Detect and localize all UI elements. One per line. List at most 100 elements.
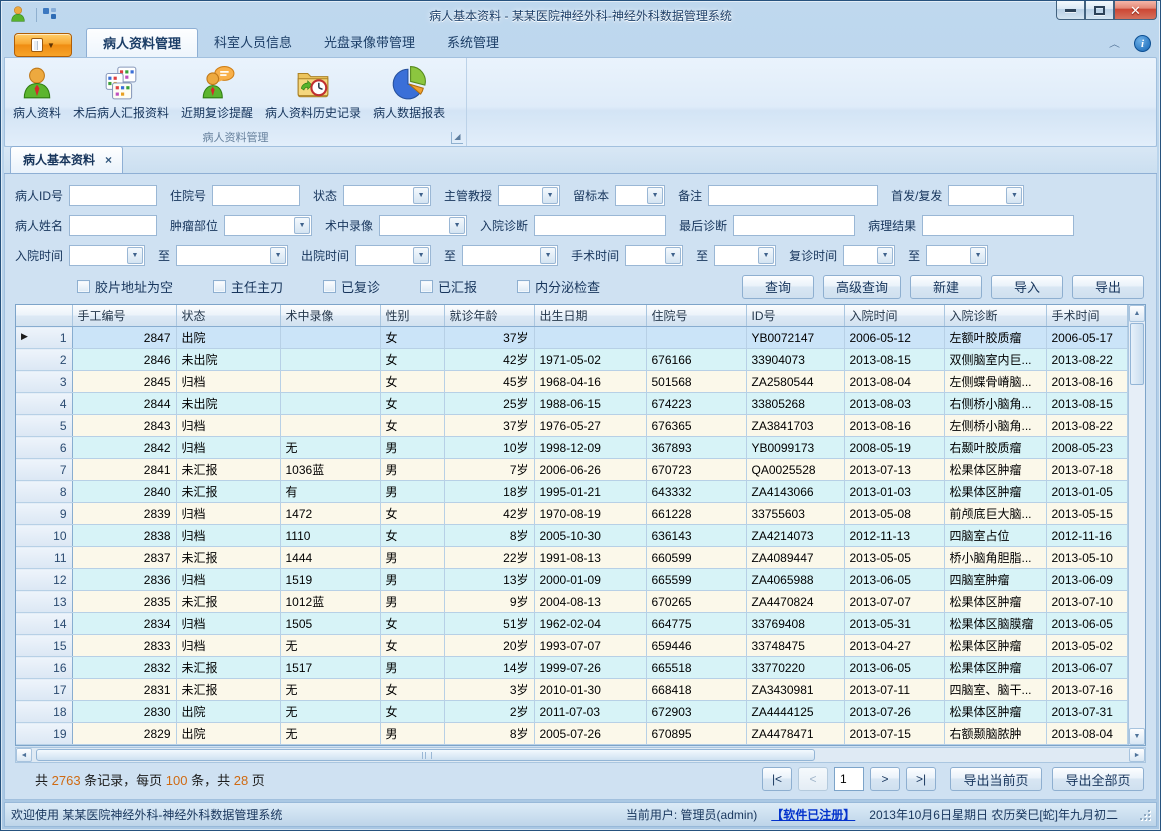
- table-row[interactable]: 22846未出院女42岁1971-05-02676166339040732013…: [16, 349, 1128, 371]
- application-menu-button[interactable]: ▼: [14, 33, 72, 57]
- tab-close-icon[interactable]: ×: [105, 153, 112, 167]
- close-button[interactable]: ✕: [1114, 1, 1157, 20]
- scroll-right-icon[interactable]: ►: [1129, 748, 1145, 762]
- table-row[interactable]: 92839归档1472女42岁1970-08-19661228337556032…: [16, 503, 1128, 525]
- horizontal-scroll-thumb[interactable]: [36, 749, 815, 761]
- checkbox-5[interactable]: 内分泌检查: [517, 277, 600, 296]
- admission-diagnosis-input[interactable]: [534, 215, 666, 236]
- column-header-5[interactable]: 就诊年龄: [444, 305, 534, 327]
- patient-name-input[interactable]: [69, 215, 157, 236]
- admission-date-from-combo[interactable]: ▼: [69, 245, 145, 266]
- revisit-date-from-combo[interactable]: ▼: [843, 245, 895, 266]
- export-button[interactable]: 导出: [1072, 275, 1144, 299]
- page-number-input[interactable]: 1: [834, 767, 864, 791]
- admission-no-input[interactable]: [212, 185, 300, 206]
- remarks-input[interactable]: [708, 185, 878, 206]
- checkbox-4[interactable]: 已汇报: [420, 277, 477, 296]
- column-header-3[interactable]: 术中录像: [280, 305, 380, 327]
- horizontal-scrollbar[interactable]: ◄ ►: [15, 747, 1146, 763]
- scroll-left-icon[interactable]: ◄: [16, 748, 32, 762]
- surgery-date-from-combo[interactable]: ▼: [625, 245, 683, 266]
- next-page-button[interactable]: >: [870, 767, 900, 791]
- chevron-down-icon[interactable]: ▼: [540, 247, 556, 264]
- table-row[interactable]: 1▶2847出院女37岁YB00721472006-05-12左额叶胶质瘤200…: [16, 327, 1128, 349]
- chevron-down-icon[interactable]: ▼: [294, 217, 310, 234]
- tumor-site-combo[interactable]: ▼: [224, 215, 312, 236]
- column-header-1[interactable]: 手工编号: [72, 305, 176, 327]
- specimen-kept-combo[interactable]: ▼: [615, 185, 665, 206]
- chevron-down-icon[interactable]: ▼: [877, 247, 893, 264]
- app-person-icon[interactable]: [9, 5, 27, 28]
- column-header-8[interactable]: ID号: [746, 305, 844, 327]
- table-row[interactable]: 42844未出院女25岁1988-06-15674223338052682013…: [16, 393, 1128, 415]
- table-row[interactable]: 82840未汇报有男18岁1995-01-21643332ZA414306620…: [16, 481, 1128, 503]
- table-row[interactable]: 62842归档无男10岁1998-12-09367893YB0099173200…: [16, 437, 1128, 459]
- vertical-scroll-thumb[interactable]: [1130, 323, 1144, 385]
- ribbon-button-revisit-reminder[interactable]: 近期复诊提醒: [175, 62, 259, 124]
- column-header-6[interactable]: 出生日期: [534, 305, 646, 327]
- checkbox-3[interactable]: 已复诊: [323, 277, 380, 296]
- minimize-button[interactable]: [1056, 1, 1085, 20]
- new-button[interactable]: 新建: [910, 275, 982, 299]
- final-diagnosis-input[interactable]: [733, 215, 855, 236]
- table-row[interactable]: 172831未汇报无女3岁2010-01-30668418ZA343098120…: [16, 679, 1128, 701]
- chevron-down-icon[interactable]: ▼: [758, 247, 774, 264]
- chevron-down-icon[interactable]: ▼: [449, 217, 465, 234]
- column-header-10[interactable]: 入院诊断: [944, 305, 1046, 327]
- pathology-result-input[interactable]: [922, 215, 1074, 236]
- table-row[interactable]: 72841未汇报1036蓝男7岁2006-06-26670723QA002552…: [16, 459, 1128, 481]
- tab-patient-basic-info[interactable]: 病人基本资料 ×: [10, 146, 123, 173]
- checkbox-2[interactable]: 主任主刀: [213, 277, 283, 296]
- resize-grip[interactable]: [1140, 810, 1150, 820]
- discharge-date-from-combo[interactable]: ▼: [355, 245, 431, 266]
- column-header-4[interactable]: 性别: [380, 305, 444, 327]
- ribbon-tab-2[interactable]: 科室人员信息: [198, 28, 308, 57]
- table-row[interactable]: 112837未汇报1444男22岁1991-08-13660599ZA40894…: [16, 547, 1128, 569]
- checkbox-box[interactable]: [323, 280, 336, 293]
- first-page-button[interactable]: |<: [762, 767, 792, 791]
- checkbox-box[interactable]: [77, 280, 90, 293]
- layout-squares-icon[interactable]: [42, 5, 58, 26]
- column-header-9[interactable]: 入院时间: [844, 305, 944, 327]
- advanced-query-button[interactable]: 高级查询: [823, 275, 901, 299]
- first-or-relapse-combo[interactable]: ▼: [948, 185, 1024, 206]
- table-row[interactable]: 192829出院无男8岁2005-07-26670895ZA4478471201…: [16, 723, 1128, 745]
- collapse-ribbon-icon[interactable]: ︿: [1109, 37, 1120, 50]
- checkbox-box[interactable]: [420, 280, 433, 293]
- chevron-down-icon[interactable]: ▼: [270, 247, 286, 264]
- table-row[interactable]: 122836归档1519男13岁2000-01-09665599ZA406598…: [16, 569, 1128, 591]
- column-header-indicator[interactable]: [16, 305, 72, 327]
- chevron-down-icon[interactable]: ▼: [413, 247, 429, 264]
- ribbon-button-report-calendar[interactable]: 术后病人汇报资料: [67, 62, 175, 124]
- chevron-down-icon[interactable]: ▼: [1006, 187, 1022, 204]
- export-all-pages-button[interactable]: 导出全部页: [1052, 767, 1144, 791]
- ribbon-tab-3[interactable]: 光盘录像带管理: [308, 28, 431, 57]
- dialog-launcher-icon[interactable]: ◢: [451, 132, 463, 144]
- import-button[interactable]: 导入: [991, 275, 1063, 299]
- chevron-down-icon[interactable]: ▼: [542, 187, 558, 204]
- scroll-down-icon[interactable]: ▼: [1129, 728, 1145, 745]
- ribbon-button-pie-chart[interactable]: 病人数据报表: [367, 62, 451, 124]
- table-row[interactable]: 142834归档1505女51岁1962-02-0466477533769408…: [16, 613, 1128, 635]
- checkbox-1[interactable]: 胶片地址为空: [77, 277, 173, 296]
- revisit-date-to-combo[interactable]: ▼: [926, 245, 988, 266]
- table-row[interactable]: 132835未汇报1012蓝男9岁2004-08-13670265ZA44708…: [16, 591, 1128, 613]
- ribbon-tab-1[interactable]: 病人资料管理: [86, 28, 198, 57]
- checkbox-box[interactable]: [517, 280, 530, 293]
- column-header-11[interactable]: 手术时间: [1046, 305, 1128, 327]
- ribbon-button-patient-person[interactable]: 病人资料: [7, 62, 67, 124]
- last-page-button[interactable]: >|: [906, 767, 936, 791]
- scroll-up-icon[interactable]: ▲: [1129, 305, 1145, 322]
- chevron-down-icon[interactable]: ▼: [127, 247, 143, 264]
- info-icon[interactable]: i: [1134, 35, 1151, 52]
- chevron-down-icon[interactable]: ▼: [413, 187, 429, 204]
- column-header-7[interactable]: 住院号: [646, 305, 746, 327]
- discharge-date-to-combo[interactable]: ▼: [462, 245, 558, 266]
- table-row[interactable]: 162832未汇报1517男14岁1999-07-266655183377022…: [16, 657, 1128, 679]
- query-button[interactable]: 查询: [742, 275, 814, 299]
- ribbon-tab-4[interactable]: 系统管理: [431, 28, 515, 57]
- maximize-button[interactable]: [1085, 1, 1114, 20]
- status-combo[interactable]: ▼: [343, 185, 431, 206]
- chevron-down-icon[interactable]: ▼: [665, 247, 681, 264]
- chevron-down-icon[interactable]: ▼: [970, 247, 986, 264]
